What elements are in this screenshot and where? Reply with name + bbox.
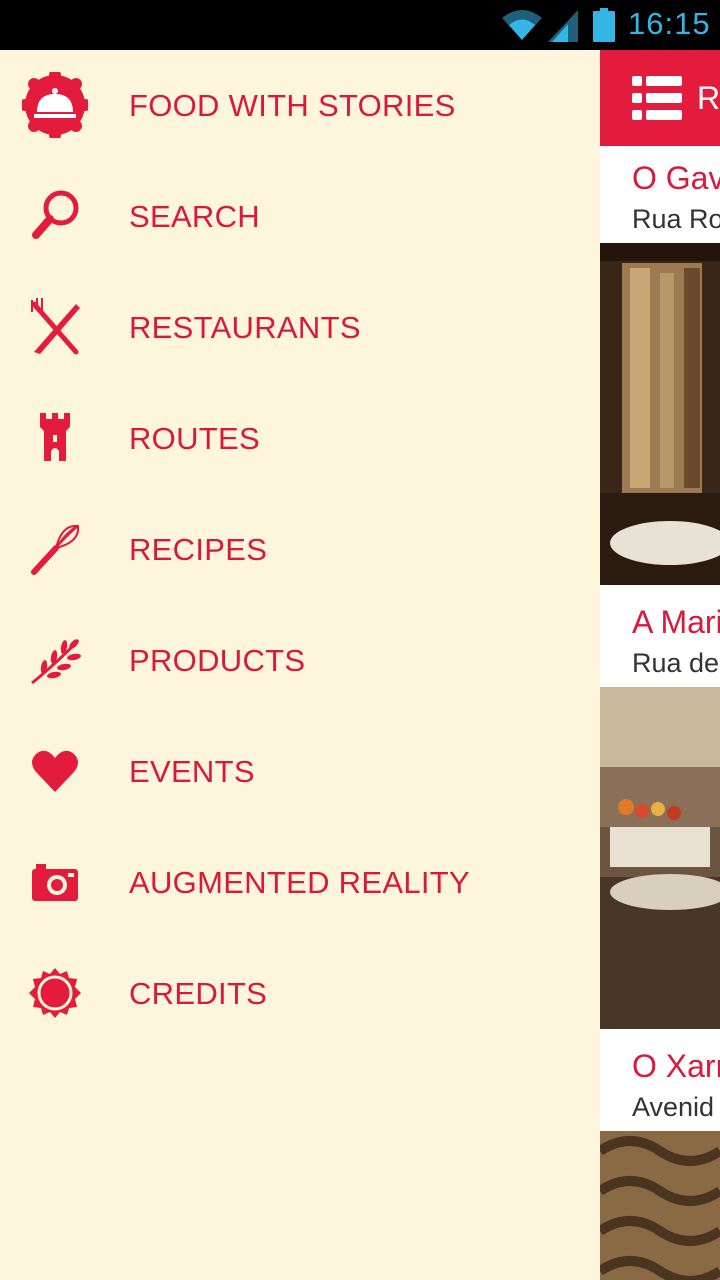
- wheat-branch-icon: [22, 627, 88, 693]
- heart-icon: [22, 738, 88, 804]
- menu-item-label: AUGMENTED REALITY: [129, 865, 470, 900]
- menu-item-recipes[interactable]: RECIPES: [0, 494, 600, 605]
- action-bar-title: Re: [697, 80, 720, 116]
- menu-item-credits[interactable]: CREDITS: [0, 938, 600, 1049]
- menu-item-products[interactable]: PRODUCTS: [0, 605, 600, 716]
- card-subtitle: Avenid: [632, 1092, 715, 1122]
- badge-icon: [22, 960, 88, 1026]
- menu-item-label: PRODUCTS: [129, 643, 306, 678]
- cloche-icon: [22, 72, 88, 138]
- restaurant-photo[interactable]: [600, 1131, 720, 1280]
- menu-item-search[interactable]: SEARCH: [0, 161, 600, 272]
- menu-item-label: CREDITS: [129, 976, 268, 1011]
- menu-item-label: EVENTS: [129, 754, 255, 789]
- signal-icon: [548, 10, 578, 42]
- list-icon[interactable]: [632, 76, 682, 120]
- menu-item-label: SEARCH: [129, 199, 260, 234]
- menu-item-label: FOOD WITH STORIES: [129, 88, 456, 123]
- camera-icon: [22, 849, 88, 915]
- restaurant-list: Re O Gav Rua Ro A Mari Rua de O Xarr Ave…: [600, 50, 720, 1280]
- card-title[interactable]: A Mari: [632, 604, 720, 641]
- card-title[interactable]: O Xarr: [632, 1048, 720, 1085]
- card-subtitle: Rua de: [632, 648, 720, 678]
- menu-item-label: RECIPES: [129, 532, 268, 567]
- menu-item-label: RESTAURANTS: [129, 310, 361, 345]
- menu-item-events[interactable]: EVENTS: [0, 716, 600, 827]
- restaurant-photo[interactable]: [600, 687, 720, 1029]
- card-title[interactable]: O Gav: [632, 160, 720, 197]
- search-icon: [22, 183, 88, 249]
- card-subtitle: Rua Ro: [632, 204, 720, 234]
- restaurant-photo[interactable]: [600, 243, 720, 585]
- status-time: 16:15: [628, 6, 711, 41]
- menu-item-restaurants[interactable]: RESTAURANTS: [0, 272, 600, 383]
- navigation-drawer: FOOD WITH STORIES SEARCH RESTAURANTS ROU…: [0, 50, 600, 1280]
- menu-item-label: ROUTES: [129, 421, 260, 456]
- menu-item-food-with-stories[interactable]: FOOD WITH STORIES: [0, 50, 600, 161]
- fork-knife-icon: [22, 294, 88, 360]
- tower-icon: [22, 405, 88, 471]
- action-bar: Re: [600, 50, 720, 146]
- menu-item-routes[interactable]: ROUTES: [0, 383, 600, 494]
- wifi-icon: [502, 10, 542, 40]
- whisk-icon: [22, 516, 88, 582]
- menu-item-augmented-reality[interactable]: AUGMENTED REALITY: [0, 827, 600, 938]
- battery-icon: [593, 8, 615, 42]
- status-bar: 16:15: [0, 0, 720, 50]
